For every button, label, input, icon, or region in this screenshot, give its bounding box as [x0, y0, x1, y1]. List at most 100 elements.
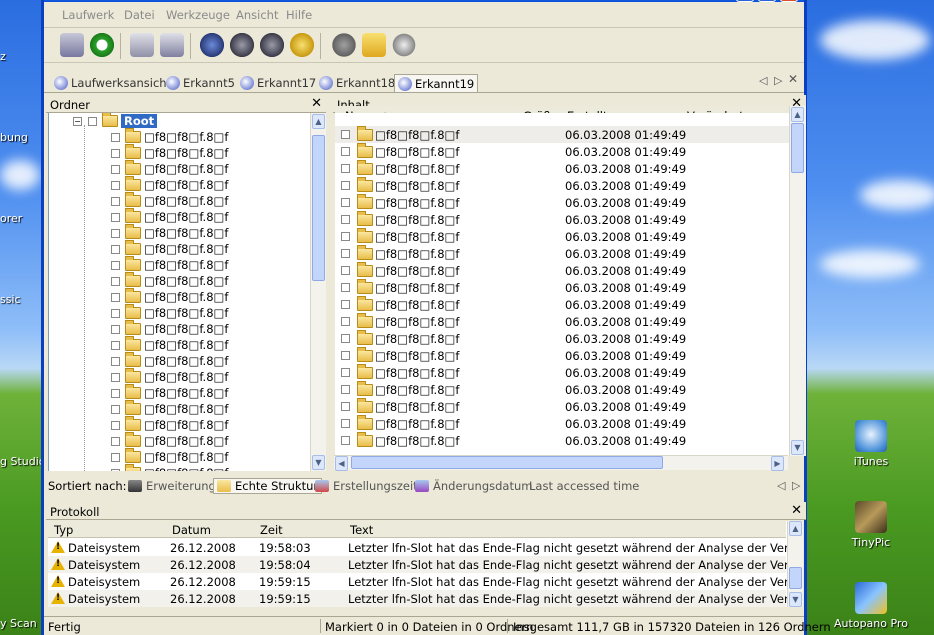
scroll-left-icon[interactable]: ◀	[335, 456, 348, 471]
checkbox[interactable]	[341, 351, 350, 360]
checkbox[interactable]	[341, 283, 350, 292]
checkbox[interactable]	[111, 196, 120, 206]
content-row[interactable]: □f8□f8□f.8□f 06.03.2008 01:49:49	[335, 278, 789, 296]
scroll-up-icon[interactable]: ▲	[791, 107, 804, 122]
checkbox[interactable]	[341, 266, 350, 275]
scroll-down-icon[interactable]: ▼	[791, 440, 804, 455]
log-column-time[interactable]: Zeit	[260, 523, 283, 537]
tree-item[interactable]: □f8□f8□f.8□f	[111, 192, 228, 209]
tree-item[interactable]: □f8□f8□f.8□f	[111, 176, 228, 193]
find-next-icon[interactable]	[230, 33, 254, 57]
checkbox[interactable]	[111, 420, 120, 430]
sort-by-modified-date[interactable]: Änderungsdatum	[415, 479, 532, 493]
content-row[interactable]: □f8□f8□f.8□f 06.03.2008 01:49:49	[335, 380, 789, 398]
checkbox[interactable]	[341, 334, 350, 343]
checkbox[interactable]	[111, 244, 120, 254]
checkbox[interactable]	[111, 308, 120, 318]
tab-scroll-left-icon[interactable]: ◁	[759, 74, 767, 87]
menu-laufwerk[interactable]: Laufwerk	[62, 8, 114, 22]
tree-item[interactable]: □f8□f8□f.8□f	[111, 352, 228, 369]
checkbox[interactable]	[341, 436, 350, 445]
find-icon[interactable]	[200, 33, 224, 57]
close-icon[interactable]: ✕	[311, 96, 322, 111]
tab-laufwerksansicht[interactable]: Laufwerksansicht	[54, 74, 171, 92]
drives-icon[interactable]	[60, 33, 84, 57]
scroll-right-icon[interactable]: ▶	[771, 456, 784, 471]
tree-item[interactable]: □f8□f8□f.8□f	[111, 400, 228, 417]
desktop-label-2[interactable]: bung	[0, 131, 28, 144]
sort-by-last-accessed[interactable]: Last accessed time	[529, 479, 639, 493]
tree-item[interactable]: □f8□f8□f.8□f	[111, 224, 228, 241]
scroll-thumb[interactable]	[312, 135, 325, 281]
tab-erkannt18[interactable]: Erkannt18	[319, 74, 395, 92]
collapse-icon[interactable]: −	[73, 116, 82, 126]
tree-item[interactable]: □f8□f8□f.8□f	[111, 368, 228, 385]
close-icon[interactable]: ✕	[791, 503, 802, 518]
tree-item[interactable]: □f8□f8□f.8□f	[111, 160, 228, 177]
desktop-label-3[interactable]: orer	[0, 212, 22, 225]
desktop-icon-tinypic[interactable]: TinyPic	[831, 501, 911, 549]
checkbox[interactable]	[111, 340, 120, 350]
content-row[interactable]: □f8□f8□f.8□f 06.03.2008 01:49:49	[335, 329, 789, 347]
checkbox[interactable]	[341, 147, 350, 156]
checkbox[interactable]	[111, 180, 120, 190]
scroll-thumb[interactable]	[791, 123, 804, 173]
checkbox[interactable]	[111, 468, 120, 471]
checkbox[interactable]	[111, 260, 120, 270]
checkbox[interactable]	[111, 356, 120, 366]
checkbox[interactable]	[111, 452, 120, 462]
scroll-up-icon[interactable]: ▲	[312, 114, 325, 129]
checkbox[interactable]	[111, 228, 120, 238]
open-folder-icon[interactable]	[362, 33, 386, 57]
desktop-icon-autopano[interactable]: Autopano Pro	[831, 582, 911, 630]
checkbox[interactable]	[341, 249, 350, 258]
tree-item[interactable]: □f8□f8□f.8□f	[111, 384, 228, 401]
tree-item[interactable]: □f8□f8□f.8□f	[111, 464, 228, 471]
menu-datei[interactable]: Datei	[124, 8, 155, 22]
checkbox[interactable]	[111, 148, 120, 158]
log-row[interactable]: Dateisystem 26.12.2008 19:58:04 Letzter lfn…	[48, 556, 803, 573]
tree-item[interactable]: □f8□f8□f.8□f	[111, 320, 228, 337]
content-row[interactable]: □f8□f8□f.8□f 06.03.2008 01:49:49	[335, 261, 789, 279]
desktop-icon-itunes[interactable]: iTunes	[831, 420, 911, 468]
tree-item[interactable]: □f8□f8□f.8□f	[111, 288, 228, 305]
content-row[interactable]: □f8□f8□f.8□f 06.03.2008 01:49:49	[335, 414, 789, 432]
checkbox[interactable]	[341, 198, 350, 207]
checkbox[interactable]	[111, 276, 120, 286]
desktop-label-4[interactable]: ssic	[0, 293, 21, 306]
checkbox[interactable]	[111, 324, 120, 334]
scroll-down-icon[interactable]: ▼	[312, 455, 325, 470]
tree-item[interactable]: □f8□f8□f.8□f	[111, 256, 228, 273]
mark-icon[interactable]	[290, 33, 314, 57]
log-column-type[interactable]: Typ	[54, 523, 73, 537]
menu-ansicht[interactable]: Ansicht	[236, 8, 278, 22]
checkbox[interactable]	[341, 402, 350, 411]
tree-scrollbar[interactable]: ▲ ▼	[310, 113, 326, 471]
checkbox[interactable]	[341, 130, 350, 139]
checkbox[interactable]	[341, 385, 350, 394]
content-row[interactable]: □f8□f8□f.8□f 06.03.2008 01:49:49	[335, 193, 789, 211]
checkbox[interactable]	[341, 164, 350, 173]
content-row[interactable]: □f8□f8□f.8□f 06.03.2008 01:49:49	[335, 210, 789, 228]
tree-root[interactable]: − Root	[73, 113, 158, 129]
checkbox[interactable]	[111, 212, 120, 222]
content-row[interactable]: □f8□f8□f.8□f 06.03.2008 01:49:49	[335, 125, 789, 143]
checkbox[interactable]	[341, 181, 350, 190]
checkbox[interactable]	[111, 436, 120, 446]
checkbox[interactable]	[111, 292, 120, 302]
log-scrollbar[interactable]: ▲ ▼	[787, 521, 803, 607]
content-row[interactable]: □f8□f8□f.8□f 06.03.2008 01:49:49	[335, 227, 789, 245]
desktop-label-6[interactable]: y Scan	[0, 617, 37, 630]
checkbox[interactable]	[111, 404, 120, 414]
tab-erkannt17[interactable]: Erkannt17	[240, 74, 316, 92]
content-hscrollbar[interactable]: ◀ ▶	[334, 455, 788, 471]
desktop-label-1[interactable]: z	[0, 50, 6, 63]
checkbox[interactable]	[88, 116, 97, 126]
checkbox[interactable]	[111, 372, 120, 382]
log-row[interactable]: Dateisystem 26.12.2008 19:59:15 Letzter lfn…	[48, 573, 803, 590]
content-row[interactable]: □f8□f8□f.8□f 06.03.2008 01:49:49	[335, 346, 789, 364]
tree-item[interactable]: □f8□f8□f.8□f	[111, 208, 228, 225]
checkbox[interactable]	[341, 232, 350, 241]
scan-settings-icon[interactable]	[160, 33, 184, 57]
scroll-up-icon[interactable]: ▲	[789, 521, 802, 536]
